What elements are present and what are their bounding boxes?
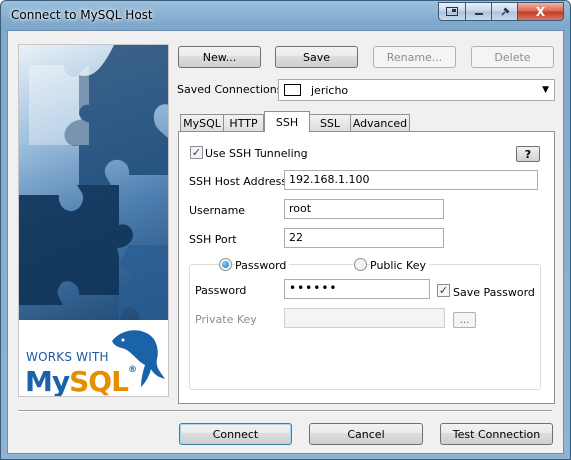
saved-connections-select[interactable]: jericho ▼ [278,79,555,101]
logo-my: My [25,365,70,397]
password-radio-label: Password [235,259,290,272]
title-bar[interactable]: Connect to MySQL Host X [1,1,570,31]
saved-connections-label: Saved Connections [177,83,283,96]
mysql-brand-panel: WORKS WITH MySQL® [18,44,169,397]
new-button[interactable]: New... [178,46,261,68]
tab-ssh[interactable]: SSH [264,111,310,132]
test-connection-button[interactable]: Test Connection [440,423,553,445]
window-controls: X [438,2,564,21]
tab-mysql[interactable]: MySQL [180,114,224,132]
use-ssh-tunneling-label: Use SSH Tunneling [205,147,308,160]
restore-icon[interactable] [438,2,466,21]
browse-private-key-button[interactable]: ... [453,312,476,328]
ssh-port-label: SSH Port [189,233,237,246]
connect-button[interactable]: Connect [179,423,292,445]
puzzle-image [19,45,168,320]
tab-http[interactable]: HTTP [223,114,264,132]
public-key-radio-label: Public Key [370,259,429,272]
delete-button[interactable]: Delete [471,46,554,68]
password-radio[interactable] [219,258,232,271]
help-button[interactable]: ? [516,146,540,162]
save-password-label: Save Password [453,286,535,299]
ssh-host-label: SSH Host Address [189,175,288,188]
works-with-text: WORKS WITH [26,350,109,364]
chevron-down-icon[interactable]: ▼ [542,85,549,95]
saved-connections-value: jericho [311,84,349,97]
close-icon[interactable]: X [518,2,564,21]
cancel-button[interactable]: Cancel [309,423,423,445]
pin-icon[interactable] [492,2,518,21]
use-ssh-tunneling-checkbox[interactable]: ✓ [190,146,203,159]
minimize-icon[interactable] [466,2,492,21]
public-key-radio[interactable] [354,258,367,271]
tab-advanced[interactable]: Advanced [350,114,410,132]
username-label: Username [189,204,246,217]
password-input[interactable]: •••••• [284,279,430,299]
username-input[interactable]: root [284,199,444,219]
private-key-input[interactable] [284,308,445,328]
ssh-host-input[interactable]: 192.168.1.100 [284,170,538,190]
save-button[interactable]: Save [275,46,358,68]
save-password-checkbox[interactable]: ✓ [437,284,450,297]
logo-sql: SQL [69,365,129,397]
rename-button[interactable]: Rename... [373,46,456,68]
footer-separator [18,410,552,412]
tab-ssl[interactable]: SSL [309,114,351,132]
mysql-logo: MySQL® [25,365,137,397]
window-title: Connect to MySQL Host [11,8,153,22]
private-key-label: Private Key [195,313,257,326]
logo-registered: ® [127,365,137,375]
connection-color-swatch [284,84,301,96]
password-label: Password [195,284,247,297]
ssh-port-input[interactable]: 22 [284,228,444,248]
